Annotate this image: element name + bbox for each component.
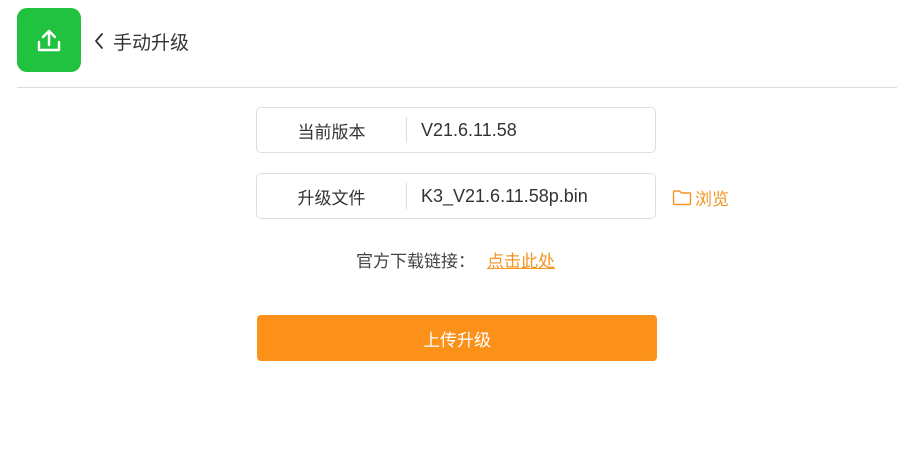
upload-upgrade-button[interactable]: 上传升级 <box>257 315 657 361</box>
browse-label: 浏览 <box>695 189 729 210</box>
upgrade-file-value[interactable]: K3_V21.6.11.58p.bin <box>407 186 588 207</box>
current-version-label: 当前版本 <box>297 122 366 143</box>
header-divider <box>17 87 897 88</box>
current-version-field: 当前版本 V21.6.11.58 <box>256 107 656 153</box>
upgrade-app-icon <box>17 8 81 72</box>
page-title: 手动升级 <box>113 31 190 54</box>
download-link[interactable]: 点击此处 <box>487 247 555 272</box>
upgrade-file-label: 升级文件 <box>297 188 366 209</box>
upload-icon <box>37 29 61 52</box>
folder-icon <box>672 189 692 206</box>
browse-button[interactable]: 浏览 <box>672 185 729 210</box>
download-label: 官方下载链接： <box>356 251 475 272</box>
back-button[interactable]: 手动升级 <box>93 27 189 55</box>
upgrade-file-field[interactable]: 升级文件 K3_V21.6.11.58p.bin <box>256 173 656 219</box>
chevron-left-icon <box>93 31 107 51</box>
current-version-value: V21.6.11.58 <box>421 119 517 140</box>
official-download-row: 官方下载链接： 点击此处 <box>356 247 555 272</box>
